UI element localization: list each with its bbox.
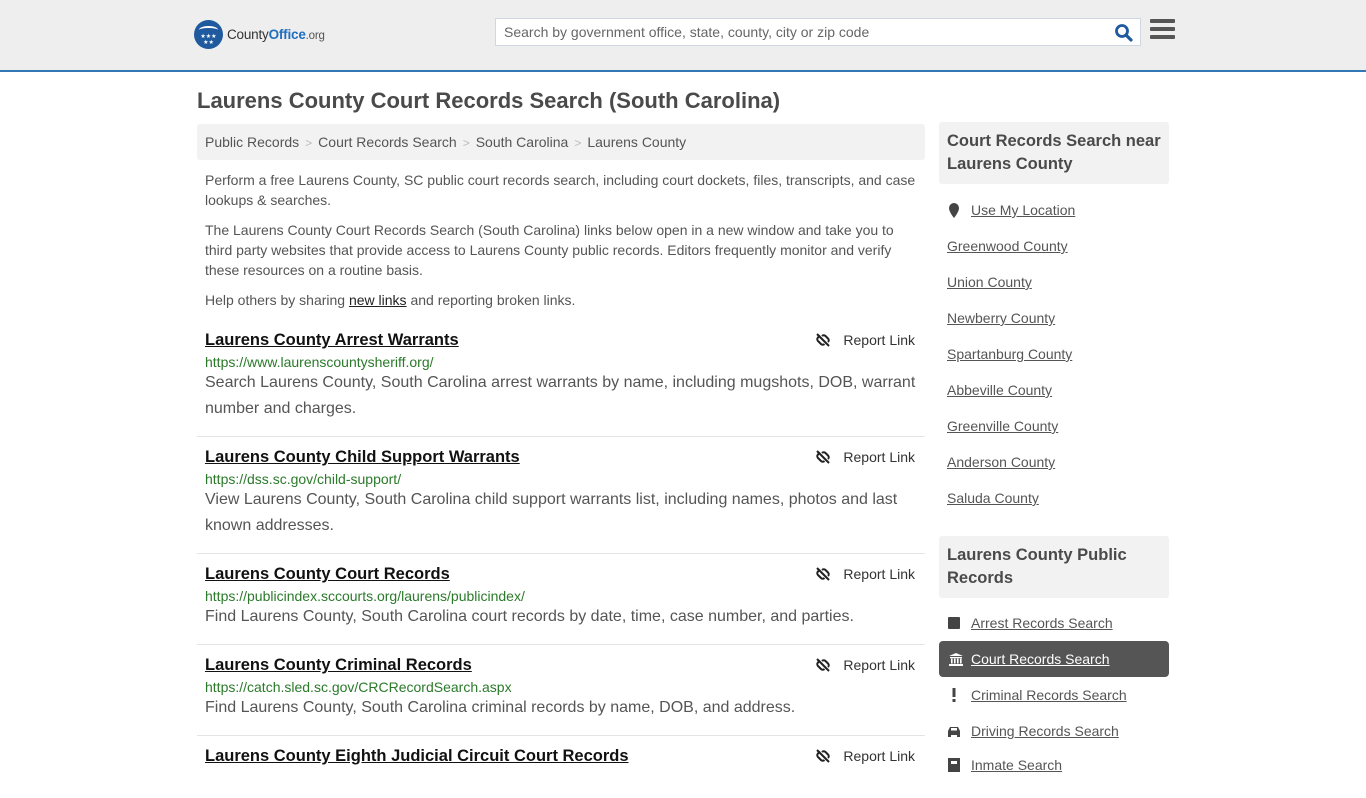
report-link-button[interactable]: Report Link [815, 566, 915, 582]
nearby-county-link[interactable]: Anderson County [947, 454, 1055, 470]
listing-description: Search Laurens County, South Carolina ar… [205, 374, 916, 417]
use-my-location-link[interactable]: Use My Location [947, 202, 1075, 218]
intro-paragraph-1: Perform a free Laurens County, SC public… [205, 172, 916, 208]
intro-paragraph-3: Help others by sharing new links and rep… [205, 290, 921, 310]
report-link-button[interactable]: Report Link [815, 332, 915, 348]
nearby-county-link[interactable]: Union County [947, 274, 1032, 290]
intro-p3-text-end: and reporting broken links. [406, 292, 576, 308]
nearby-county-link[interactable]: Saluda County [947, 490, 1039, 506]
logo-name: County [227, 27, 269, 42]
nearby-county-link[interactable]: Newberry County [947, 310, 1055, 326]
breadcrumb-public-records[interactable]: Public Records [205, 134, 299, 150]
listing-title[interactable]: Laurens County Child Support Warrants [205, 448, 917, 467]
sidebar-item-criminal-records[interactable]: Criminal Records Search [947, 687, 1127, 703]
intro-paragraph-2: The Laurens County Court Records Search … [205, 222, 894, 278]
breadcrumb-separator: > [462, 136, 470, 150]
listing-title[interactable]: Laurens County Arrest Warrants [205, 331, 917, 350]
map-pin-icon [947, 202, 961, 218]
report-link-button[interactable]: Report Link [815, 748, 915, 764]
nearby-county-link[interactable]: Greenville County [947, 418, 1058, 434]
use-my-location-label: Use My Location [971, 202, 1076, 218]
eagle-logo-icon: ★★★ ★★ [194, 20, 223, 49]
sidebar-item-label: Driving Records Search [971, 723, 1119, 739]
report-link-label: Report Link [843, 657, 915, 673]
listing-description: View Laurens County, South Carolina chil… [205, 491, 898, 534]
exclamation-icon [947, 688, 961, 702]
intro-text: Perform a free Laurens County, SC public… [205, 170, 921, 320]
sidebar-item-court-records[interactable]: Court Records Search [939, 641, 1169, 677]
sidebar-item-label: Arrest Records Search [971, 615, 1113, 631]
search-bar [495, 18, 1141, 46]
search-button[interactable] [1114, 23, 1134, 43]
report-link-label: Report Link [843, 566, 915, 582]
listing-description: Find Laurens County, South Carolina cour… [205, 608, 854, 625]
breadcrumb-court-records-search[interactable]: Court Records Search [318, 134, 457, 150]
listing-title[interactable]: Laurens County Eighth Judicial Circuit C… [205, 747, 917, 766]
new-links-link[interactable]: new links [349, 292, 407, 308]
nearby-county-link[interactable]: Greenwood County [947, 238, 1068, 254]
logo-tld: .org [305, 30, 325, 42]
logo-text: CountyOffice.org [227, 27, 325, 42]
sidebar-item-driving-records[interactable]: Driving Records Search [947, 723, 1119, 739]
listing-item: Laurens County Court Records https://pub… [197, 556, 925, 645]
broken-link-icon [816, 749, 831, 763]
listing-item: Laurens County Child Support Warrants ht… [197, 439, 925, 554]
report-link-label: Report Link [843, 748, 915, 764]
sidebar-item-arrest-records[interactable]: Arrest Records Search [947, 615, 1113, 631]
breadcrumb-south-carolina[interactable]: South Carolina [476, 134, 569, 150]
sidebar-item-label[interactable]: Court Records Search [971, 651, 1110, 667]
page-title: Laurens County Court Records Search (Sou… [197, 88, 781, 113]
report-link-button[interactable]: Report Link [815, 657, 915, 673]
breadcrumb-separator: > [305, 136, 313, 150]
listing-item: Laurens County Arrest Warrants https://w… [197, 322, 925, 437]
nearby-county-link[interactable]: Spartanburg County [947, 346, 1072, 362]
listing-url[interactable]: https://catch.sled.sc.gov/CRCRecordSearc… [205, 679, 917, 695]
listing-url[interactable]: https://publicindex.sccourts.org/laurens… [205, 588, 917, 604]
breadcrumb-laurens-county: Laurens County [587, 134, 687, 150]
square-icon [947, 617, 961, 629]
listing-item: Laurens County Criminal Records https://… [197, 647, 925, 736]
logo-accent: Office [268, 27, 306, 42]
listing-url[interactable]: https://dss.sc.gov/child-support/ [205, 471, 917, 487]
hamburger-menu-icon[interactable] [1150, 19, 1175, 42]
breadcrumb: Public Records > Court Records Search > Sout… [197, 124, 925, 160]
intro-p3-text: Help others by sharing [205, 292, 349, 308]
search-icon [1115, 24, 1133, 42]
broken-link-icon [816, 450, 831, 464]
report-link-button[interactable]: Report Link [815, 449, 915, 465]
inmate-icon [947, 758, 961, 772]
listing-title[interactable]: Laurens County Court Records [205, 565, 917, 584]
courthouse-icon [949, 652, 963, 666]
search-input[interactable] [496, 19, 1096, 45]
broken-link-icon [816, 567, 831, 581]
car-icon [947, 726, 961, 737]
breadcrumb-separator: > [574, 136, 582, 150]
sidebar-item-label: Inmate Search [971, 757, 1063, 773]
listing-item: Laurens County Eighth Judicial Circuit C… [197, 738, 925, 798]
sidebar-item-inmate-search[interactable]: Inmate Search [947, 757, 1062, 773]
report-link-label: Report Link [843, 449, 915, 465]
listing-url[interactable]: https://www.laurenscountysheriff.org/ [205, 354, 917, 370]
site-logo[interactable]: ★★★ ★★ CountyOffice.org [194, 20, 325, 49]
sidebar-item-label: Criminal Records Search [971, 687, 1127, 703]
listing-description: Find Laurens County, South Carolina crim… [205, 699, 796, 716]
report-link-label: Report Link [843, 332, 915, 348]
listing-title[interactable]: Laurens County Criminal Records [205, 656, 917, 675]
nearby-section-title: Court Records Search near Laurens County [939, 122, 1169, 184]
broken-link-icon [816, 658, 831, 672]
nearby-county-link[interactable]: Abbeville County [947, 382, 1052, 398]
broken-link-icon [816, 333, 831, 347]
site-header: ★★★ ★★ CountyOffice.org [0, 0, 1366, 72]
public-records-section-title: Laurens County Public Records [939, 536, 1169, 598]
